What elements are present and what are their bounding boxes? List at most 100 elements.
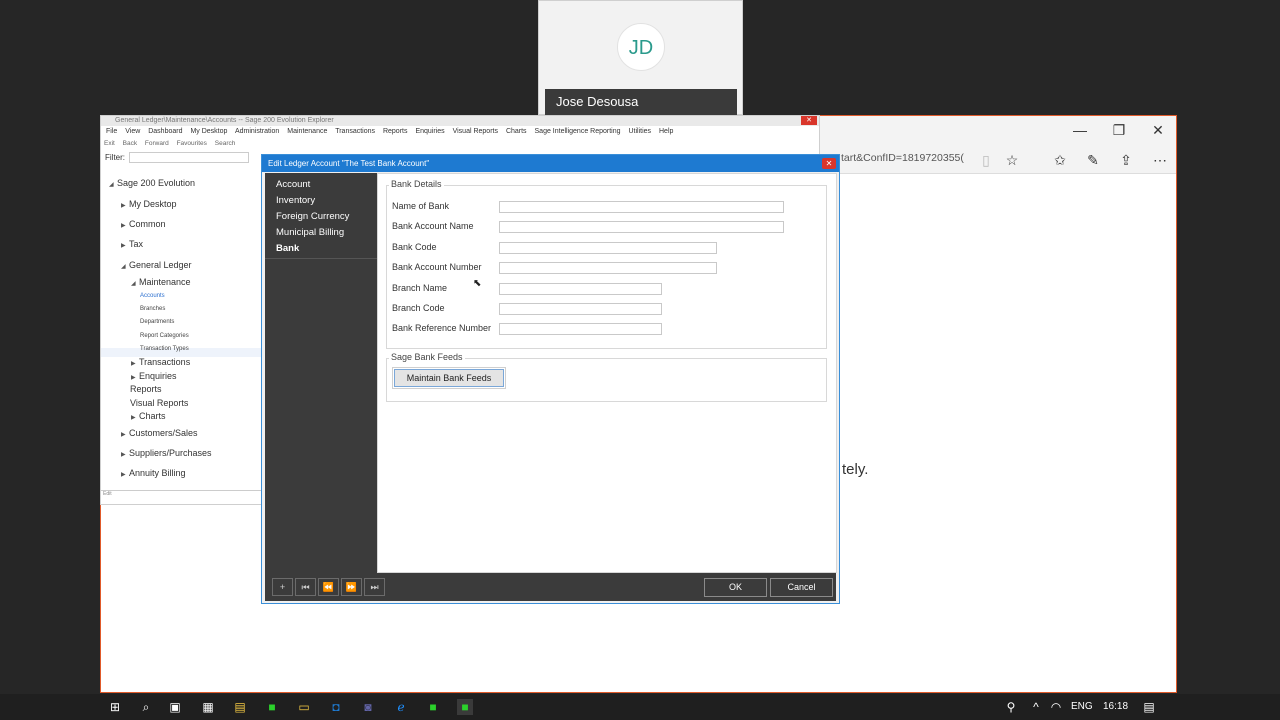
tree-accounts[interactable]: Accounts bbox=[140, 293, 165, 299]
pen-icon[interactable]: ✎ bbox=[1084, 151, 1102, 169]
next-record-button[interactable]: ⏩ bbox=[341, 578, 362, 596]
favourites-button[interactable]: Favourites bbox=[177, 140, 207, 147]
sage-app-2-icon[interactable]: ■ bbox=[425, 699, 441, 715]
forward-button[interactable]: Forward bbox=[145, 140, 169, 147]
collapse-icon: ▶ bbox=[121, 472, 126, 478]
sage-toolbar: Exit Back Forward Favourites Search bbox=[101, 138, 819, 150]
people-icon[interactable]: ⚲ bbox=[1003, 699, 1019, 715]
previous-record-button[interactable]: ⏪ bbox=[318, 578, 339, 596]
bank-details-label: Bank Details bbox=[389, 179, 444, 189]
tree-maintenance[interactable]: ◢ Maintenance bbox=[131, 277, 191, 287]
windows-start-icon[interactable]: ⊞ bbox=[107, 699, 123, 715]
tree-tax[interactable]: ▶ Tax bbox=[121, 239, 143, 249]
teams-icon[interactable]: ◙ bbox=[360, 699, 376, 715]
wifi-icon[interactable]: ◠ bbox=[1048, 699, 1064, 715]
menu-utilities[interactable]: Utilities bbox=[628, 128, 651, 135]
tree-charts[interactable]: ▶ Charts bbox=[131, 411, 166, 421]
menu-enquiries[interactable]: Enquiries bbox=[415, 128, 444, 135]
search-icon[interactable]: ⌕ bbox=[138, 699, 154, 715]
exit-button[interactable]: Exit bbox=[104, 140, 115, 147]
more-icon[interactable]: ⋯ bbox=[1151, 151, 1169, 169]
menu-file[interactable]: File bbox=[106, 128, 117, 135]
branch-name-input[interactable] bbox=[499, 283, 662, 295]
tree-common[interactable]: ▶ Common bbox=[121, 219, 166, 229]
tree-enquiries[interactable]: ▶ Enquiries bbox=[131, 371, 177, 381]
sage-app-icon[interactable]: ■ bbox=[264, 699, 280, 715]
side-divider bbox=[265, 258, 377, 259]
back-button[interactable]: Back bbox=[123, 140, 137, 147]
name-of-bank-input[interactable] bbox=[499, 201, 784, 213]
menu-visual-reports[interactable]: Visual Reports bbox=[453, 128, 498, 135]
edge-icon[interactable]: ℯ bbox=[393, 699, 409, 715]
collapse-icon: ▶ bbox=[121, 223, 126, 229]
participant-avatar: JD bbox=[617, 23, 665, 71]
participant-name: Jose Desousa bbox=[545, 89, 737, 115]
ok-button[interactable]: OK bbox=[704, 578, 767, 597]
store-icon[interactable]: ▤ bbox=[232, 699, 248, 715]
clock[interactable]: 16:18 bbox=[1103, 701, 1128, 712]
last-record-button[interactable]: ⏭ bbox=[364, 578, 385, 596]
favorites-icon[interactable]: ✩ bbox=[1051, 151, 1069, 169]
file-explorer-icon[interactable]: ▭ bbox=[296, 699, 312, 715]
language-indicator[interactable]: ENG bbox=[1071, 701, 1093, 712]
menu-sage-intelligence[interactable]: Sage Intelligence Reporting bbox=[535, 128, 621, 135]
maintain-bank-feeds-button[interactable]: Maintain Bank Feeds bbox=[392, 367, 506, 389]
side-item-municipal-billing[interactable]: Municipal Billing bbox=[276, 227, 344, 238]
side-item-foreign-currency[interactable]: Foreign Currency bbox=[276, 211, 349, 222]
tree-label: Common bbox=[129, 219, 166, 229]
branch-code-input[interactable] bbox=[499, 303, 662, 315]
filter-input[interactable] bbox=[129, 152, 249, 164]
tree-departments[interactable]: Departments bbox=[140, 319, 174, 325]
address-bar[interactable]: tart&ConfID=1819720355( bbox=[841, 152, 971, 168]
tree-customers-sales[interactable]: ▶ Customers/Sales bbox=[121, 428, 198, 438]
side-item-account[interactable]: Account bbox=[276, 179, 310, 190]
minimize-button[interactable]: — bbox=[1065, 120, 1095, 140]
tree-root[interactable]: ◢ Sage 200 Evolution bbox=[109, 178, 195, 188]
tree-transaction-types[interactable]: Transaction Types bbox=[140, 346, 189, 352]
collapse-icon: ▶ bbox=[131, 415, 136, 421]
close-button[interactable]: ✕ bbox=[1143, 120, 1173, 140]
menu-my-desktop[interactable]: My Desktop bbox=[190, 128, 227, 135]
menu-maintenance[interactable]: Maintenance bbox=[287, 128, 327, 135]
bank-reference-number-input[interactable] bbox=[499, 323, 662, 335]
tree-label: Transactions bbox=[139, 357, 191, 367]
sage-close-button[interactable]: ✕ bbox=[801, 116, 817, 125]
tray-chevron-icon[interactable]: ^ bbox=[1028, 699, 1044, 715]
outlook-icon[interactable]: ◘ bbox=[328, 699, 344, 715]
tree-report-categories[interactable]: Report Categories bbox=[140, 333, 189, 339]
tree-branches[interactable]: Branches bbox=[140, 306, 165, 312]
tree-annuity-billing[interactable]: ▶ Annuity Billing bbox=[121, 468, 186, 478]
dialog-close-button[interactable]: ✕ bbox=[822, 158, 836, 169]
tree-my-desktop[interactable]: ▶ My Desktop bbox=[121, 199, 177, 209]
tree-general-ledger[interactable]: ◢ General Ledger bbox=[121, 260, 192, 270]
menu-help[interactable]: Help bbox=[659, 128, 673, 135]
task-view-icon[interactable]: ▣ bbox=[167, 699, 183, 715]
add-record-button[interactable]: + bbox=[272, 578, 293, 596]
first-record-button[interactable]: ⏮ bbox=[295, 578, 316, 596]
7zip-icon[interactable]: ▦ bbox=[200, 699, 216, 715]
reading-view-icon[interactable]: ▯ bbox=[977, 151, 995, 169]
tree-visual-reports[interactable]: Visual Reports bbox=[130, 398, 188, 408]
share-icon[interactable]: ⇪ bbox=[1117, 151, 1135, 169]
bank-code-input[interactable] bbox=[499, 242, 717, 254]
tree-transactions[interactable]: ▶ Transactions bbox=[131, 357, 190, 367]
bank-account-number-input[interactable] bbox=[499, 262, 717, 274]
restore-button[interactable]: ❐ bbox=[1104, 120, 1134, 140]
menu-dashboard[interactable]: Dashboard bbox=[148, 128, 182, 135]
cancel-button[interactable]: Cancel bbox=[770, 578, 833, 597]
menu-administration[interactable]: Administration bbox=[235, 128, 279, 135]
star-icon[interactable]: ☆ bbox=[1003, 151, 1021, 169]
sage-app-active-icon[interactable]: ■ bbox=[457, 699, 473, 715]
bank-account-name-input[interactable] bbox=[499, 221, 784, 233]
side-item-inventory[interactable]: Inventory bbox=[276, 195, 315, 206]
sage-menu-bar: File View Dashboard My Desktop Administr… bbox=[101, 126, 819, 138]
menu-reports[interactable]: Reports bbox=[383, 128, 408, 135]
tree-suppliers-purchases[interactable]: ▶ Suppliers/Purchases bbox=[121, 448, 212, 458]
tree-reports[interactable]: Reports bbox=[130, 384, 162, 394]
tree-label: Tax bbox=[129, 239, 144, 249]
menu-transactions[interactable]: Transactions bbox=[335, 128, 375, 135]
side-item-bank[interactable]: Bank bbox=[276, 243, 299, 254]
menu-view[interactable]: View bbox=[125, 128, 140, 135]
notifications-icon[interactable]: ▤ bbox=[1141, 699, 1157, 715]
menu-charts[interactable]: Charts bbox=[506, 128, 527, 135]
